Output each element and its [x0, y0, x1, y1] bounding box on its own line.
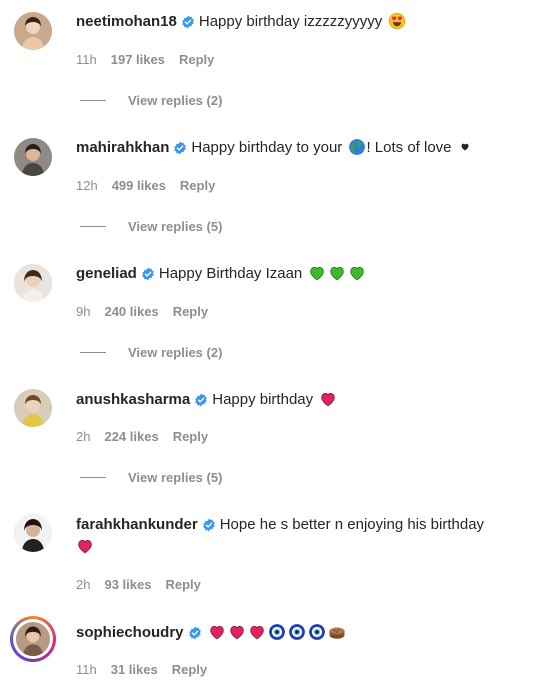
green-heart-icon — [308, 264, 326, 282]
reply-button[interactable]: Reply — [172, 662, 207, 677]
divider-line — [80, 352, 106, 353]
likes-count[interactable]: 499 likes — [112, 178, 166, 193]
username-link[interactable]: geneliad — [76, 265, 137, 282]
username-link[interactable]: farahkhankunder — [76, 516, 198, 533]
red-heart-icon — [228, 623, 246, 641]
timestamp: 12h — [76, 178, 98, 193]
reply-button[interactable]: Reply — [165, 577, 200, 592]
verified-icon — [141, 267, 155, 281]
comment-meta: 2h 224 likes Reply — [76, 429, 222, 444]
divider-line — [80, 100, 106, 101]
nazar-amulet-icon — [268, 623, 286, 641]
reply-button[interactable]: Reply — [180, 178, 215, 193]
comment-text: farahkhankunder Hope he s better n enjoyi… — [76, 514, 532, 536]
likes-count[interactable]: 93 likes — [104, 577, 151, 592]
black-heart-icon — [458, 140, 472, 154]
timestamp: 2h — [76, 429, 91, 444]
red-heart-icon — [248, 623, 266, 641]
red-heart-icon — [319, 390, 337, 408]
verified-icon — [194, 393, 208, 407]
reply-button[interactable]: Reply — [173, 429, 208, 444]
timestamp: 9h — [76, 304, 91, 319]
likes-count[interactable]: 224 likes — [104, 429, 158, 444]
view-replies-button[interactable]: View replies (5) — [80, 219, 222, 234]
cake-icon — [328, 623, 346, 641]
username-link[interactable]: neetimohan18 — [76, 13, 177, 30]
avatar[interactable] — [14, 514, 52, 552]
comment-body: Happy birthday to your — [191, 139, 343, 156]
divider-line — [80, 477, 106, 478]
username-link[interactable]: anushkasharma — [76, 391, 190, 408]
story-ring-gap — [13, 619, 53, 659]
avatar[interactable] — [14, 138, 52, 176]
red-heart-icon — [76, 537, 94, 555]
verified-icon — [188, 626, 202, 640]
comment-text: neetimohan18 Happy birthday izzzzzyyyyy — [76, 11, 532, 33]
timestamp: 11h — [76, 52, 97, 67]
view-replies-button[interactable]: View replies (2) — [80, 345, 222, 360]
username-link[interactable]: sophiechoudry — [76, 624, 184, 641]
verified-icon — [181, 15, 195, 29]
view-replies-label: View replies (5) — [128, 219, 223, 234]
nazar-amulet-icon — [308, 623, 326, 641]
view-replies-button[interactable]: View replies (2) — [80, 93, 222, 108]
view-replies-button[interactable]: View replies (5) — [80, 470, 222, 485]
comment-meta: 9h 240 likes Reply — [76, 304, 222, 319]
comment-body: Happy birthday izzzzzyyyyy — [198, 13, 383, 30]
red-heart-icon — [208, 623, 226, 641]
view-replies-label: View replies (2) — [128, 93, 223, 108]
likes-count[interactable]: 197 likes — [111, 52, 165, 67]
timestamp: 2h — [76, 577, 91, 592]
divider-line — [80, 226, 106, 227]
heart-eyes-emoji-icon — [388, 12, 406, 30]
comment-meta: 11h 197 likes Reply — [76, 52, 228, 67]
reply-button[interactable]: Reply — [173, 304, 208, 319]
comment-meta: 2h 93 likes Reply — [76, 577, 215, 592]
comment-body: Hope he s better n enjoying his birthday — [219, 516, 485, 533]
view-replies-label: View replies (2) — [128, 345, 223, 360]
likes-count[interactable]: 31 likes — [111, 662, 158, 677]
timestamp: 11h — [76, 662, 97, 677]
comment-text: anushkasharma Happy birthday — [76, 389, 532, 411]
verified-icon — [202, 518, 216, 532]
green-heart-icon — [328, 264, 346, 282]
verified-icon — [173, 141, 187, 155]
avatar[interactable] — [14, 12, 52, 50]
globe-emoji-icon — [348, 138, 366, 156]
comment-text: geneliad Happy Birthday Izaan — [76, 263, 532, 285]
comment-body: Happy Birthday Izaan — [158, 265, 303, 282]
comment-meta: 12h 499 likes Reply — [76, 178, 229, 193]
comment-text: sophiechoudry — [76, 622, 532, 644]
story-ring[interactable] — [10, 616, 56, 662]
comment-text: mahirahkhan Happy birthday to your ! Lots… — [76, 137, 532, 159]
avatar[interactable] — [14, 389, 52, 427]
reply-button[interactable]: Reply — [179, 52, 214, 67]
green-heart-icon — [348, 264, 366, 282]
username-link[interactable]: mahirahkhan — [76, 139, 169, 156]
avatar[interactable] — [14, 264, 52, 302]
nazar-amulet-icon — [288, 623, 306, 641]
avatar[interactable] — [16, 622, 50, 656]
likes-count[interactable]: 240 likes — [104, 304, 158, 319]
view-replies-label: View replies (5) — [128, 470, 223, 485]
comment-body: Happy birthday — [212, 391, 314, 408]
comment-meta: 11h 31 likes Reply — [76, 662, 221, 677]
comment-body-continued: ! Lots of love — [366, 139, 452, 156]
comment-text-continued — [76, 536, 532, 558]
